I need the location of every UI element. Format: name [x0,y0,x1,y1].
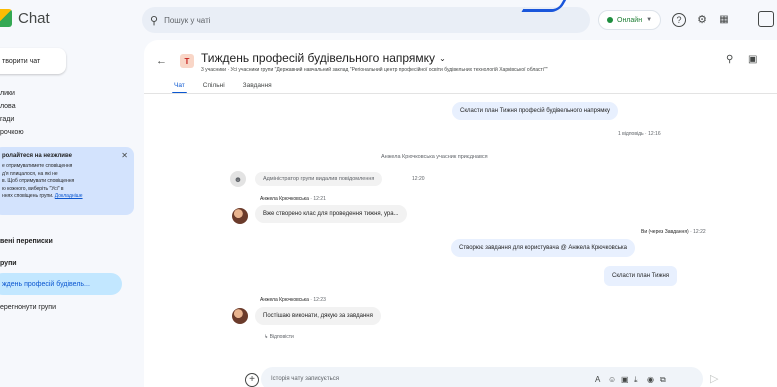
message-author: Анжела Крючковська [260,196,309,202]
add-icon[interactable]: + [245,373,259,387]
message-time: 12:20 [412,176,425,182]
room-avatar: Т [180,54,194,68]
task-message-bubble[interactable]: Створює завдання для користувача @ Анжел… [451,239,636,257]
message-author: Ви (через Завдання) [641,229,689,235]
room-tabs: Чат Спільні Завдання [172,82,272,94]
back-arrow-icon[interactable]: ← [156,55,167,67]
message-time: 12:22 [693,229,706,235]
reply-time: 12:16 [648,131,661,137]
reply-count[interactable]: 1 відповідь · 12:16 [618,131,661,137]
message-author: Анжела Крючковська [260,297,309,303]
tab-shared[interactable]: Спільні [203,82,225,89]
emoji-icon[interactable]: ☺ [608,375,616,384]
room-subtitle: 3 учасники · Усі учасники групи "Державн… [201,67,548,73]
sidebar-item-mentions[interactable]: лова [0,103,16,110]
sidebar-item-home[interactable]: лики [0,90,15,97]
chat-panel: ← Т Тиждень професій будівельного напрям… [144,40,777,387]
admin-avatar: ☻ [230,171,246,187]
more-actions-icon[interactable]: ⧉ [660,375,666,385]
tab-tasks[interactable]: Завдання [243,82,272,89]
account-icon[interactable] [758,11,774,27]
message-bubble[interactable]: Скласти план Тижня професій будівельного… [452,102,619,120]
message-bubble[interactable]: Постішаю виконати, дякую за завдання [255,307,381,325]
video-icon[interactable]: ◉ [647,375,654,384]
message-meta: Анжела Крючковська · 12:21 [260,196,326,202]
room-title-text: Тиждень професій будівельного напрямку [201,51,436,65]
online-dot-icon [607,17,613,23]
format-text-icon[interactable]: A [595,375,600,384]
deleted-message-bubble: Адміністратор групи видалив повідомлення [255,172,383,186]
sidebar-item-bookmarks[interactable]: рочкою [0,129,24,136]
notice-line: в. Щоб отримувати сповіщення [2,178,75,184]
tab-chat[interactable]: Чат [172,82,187,94]
upload-icon[interactable]: ⤓ [634,375,638,385]
sidebar-item-active-space[interactable]: ждень професій будівель... [0,273,122,295]
apps-grid-icon[interactable]: ▦ [716,11,732,27]
notice-title: ролайтеся на незжливе [2,153,72,159]
chat-logo[interactable]: Chat [0,9,50,27]
learn-more-link[interactable]: Докладніше [55,193,83,199]
top-bar: Chat ⚲ Пошук у чаті Онлайн ▼ ? ⚙ ▦ [0,0,777,40]
avatar[interactable] [232,208,248,224]
notice-line: е отримуватимете сповіщення [2,163,73,169]
reply-count-text: 1 відповідь [618,131,644,137]
new-chat-button[interactable]: творити чат [0,48,66,74]
side-panel-icon[interactable]: ▣ [748,54,757,65]
room-title[interactable]: Тиждень професій будівельного напрямку ⌄ [201,51,446,65]
message-time: 12:23 [313,297,326,303]
message-meta: Ви (через Завдання) · 12:22 [641,229,706,235]
status-label: Онлайн [617,16,643,24]
sidebar-item-browse-spaces[interactable]: ерегнонути групи [0,304,56,311]
message-time: 12:21 [313,196,326,202]
chevron-down-icon: ⌄ [439,53,446,63]
direct-messages-header[interactable]: вені переписки [0,238,53,245]
divider [144,93,777,94]
chevron-down-icon: ▼ [646,17,653,23]
reply-label: Відповісти [269,334,294,340]
sidebar: творити чат лики лова гади рочкою ролайт… [0,40,138,387]
notice-line: д'я плицалося, на які не [2,170,58,177]
system-message-joined: Анжела Крючковська учасник приєднався [381,154,488,160]
app-title: Chat [18,9,50,27]
notice-line: ю кожного, виберіть "Усі" в [2,185,64,192]
search-icon[interactable]: ⚲ [726,54,733,65]
gear-icon[interactable]: ⚙ [694,11,710,27]
gif-icon[interactable]: ▣ [621,375,629,384]
avatar[interactable] [232,308,248,324]
task-card[interactable]: Скласти план Тижня [604,266,678,286]
help-icon[interactable]: ? [672,13,686,27]
spaces-header[interactable]: рупи [0,260,17,267]
sidebar-item-starred[interactable]: гади [0,116,14,123]
search-icon: ⚲ [150,14,159,27]
message-bubble[interactable]: Вже створено клас для проведення тижня, … [255,205,407,223]
send-icon[interactable]: ▷ [710,372,718,385]
status-dropdown[interactable]: Онлайн ▼ [598,10,662,30]
notification-notice: ролайтеся на незжливе ✕ е отримуватимете… [0,147,134,215]
notice-body: е отримуватимете сповіщення д'я плицалос… [2,163,126,201]
notice-line: ннях сповіщень групи. Докладніше [2,193,126,201]
message-meta: Анжела Крючковська · 12:23 [260,297,326,303]
google-chat-logo-icon [0,9,12,27]
search-placeholder: Пошук у чаті [164,15,211,25]
notice-line-text: ннях сповіщень групи. [2,193,54,199]
reply-link[interactable]: ↳ Відповісти [264,334,294,340]
close-icon[interactable]: ✕ [121,151,128,160]
